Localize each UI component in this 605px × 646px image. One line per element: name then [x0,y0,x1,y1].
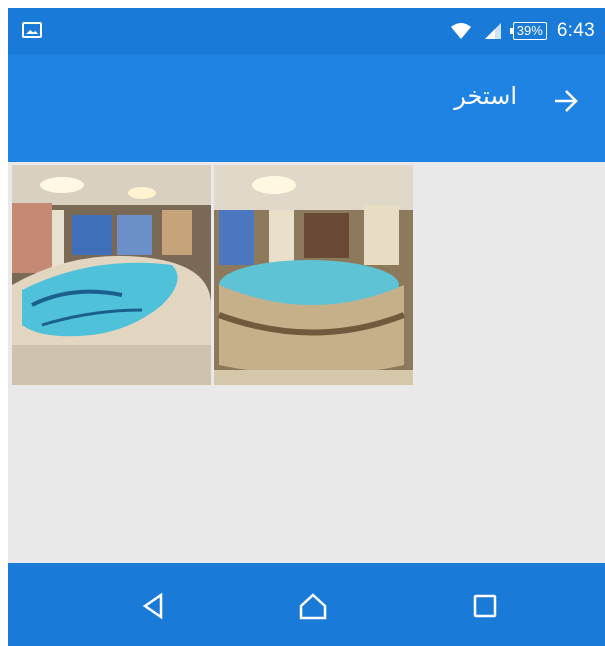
wifi-icon [450,23,471,39]
home-icon[interactable] [298,591,328,621]
pool-photo-2 [214,165,413,385]
signal-icon [484,23,501,39]
battery-indicator: 39% [509,22,547,40]
status-time: 6:43 [556,20,595,41]
phone-screen: 39% 6:43 استخر [8,8,605,646]
app-bar: استخر [8,54,605,162]
triangle-back-icon[interactable] [139,591,169,621]
image-notification-icon [22,22,42,38]
status-bar: 39% 6:43 [8,8,605,54]
gallery-item[interactable] [214,165,413,385]
navigation-bar [8,563,605,646]
square-recent-icon[interactable] [470,591,500,621]
pool-photo-1 [12,165,211,385]
photo-gallery [8,160,605,565]
page-title: استخر [454,82,517,110]
arrow-right-icon[interactable] [551,88,581,114]
gallery-item[interactable] [12,165,211,385]
